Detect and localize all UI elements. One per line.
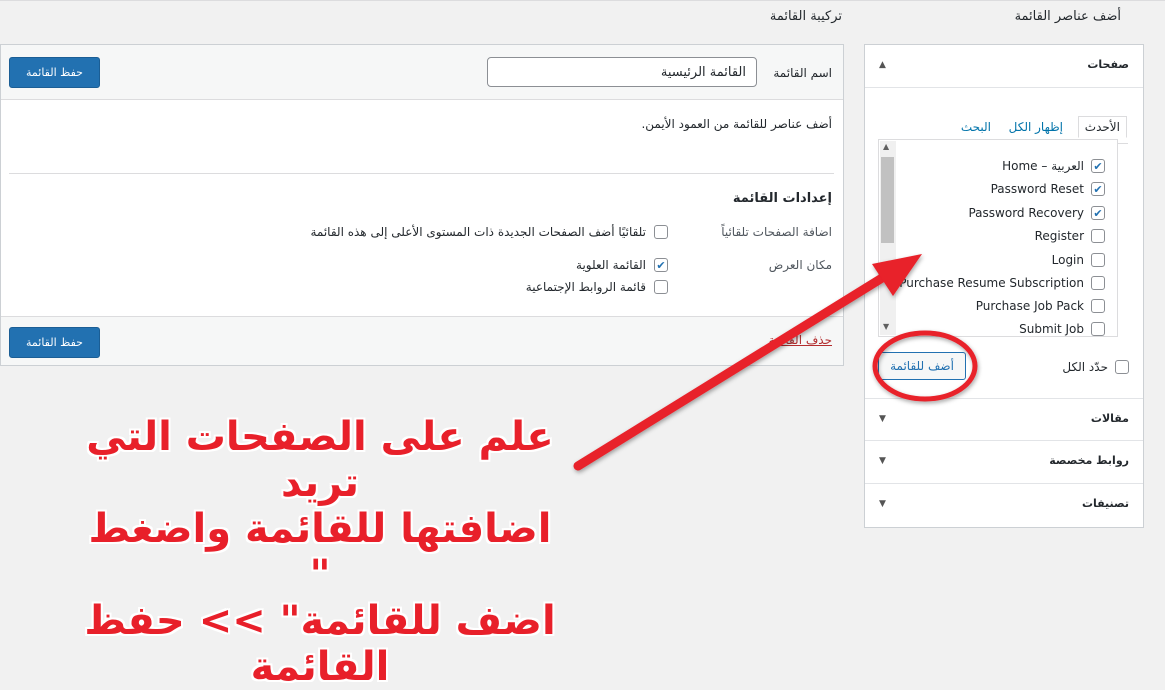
annotation-line-1: علم على الصفحات التي تريد [86,414,554,506]
annotation-arrow [573,254,922,471]
annotation-line-3: اضف للقائمة" >> حفظ القائمة [84,598,556,690]
annotation-line-2: اضافتها للقائمة واضغط " [88,506,552,598]
annotation-text: علم على الصفحات التي تريد اضافتها للقائم… [80,414,560,690]
annotation-circle [872,330,978,402]
tab-recent[interactable]: الأحدث [1077,116,1127,138]
